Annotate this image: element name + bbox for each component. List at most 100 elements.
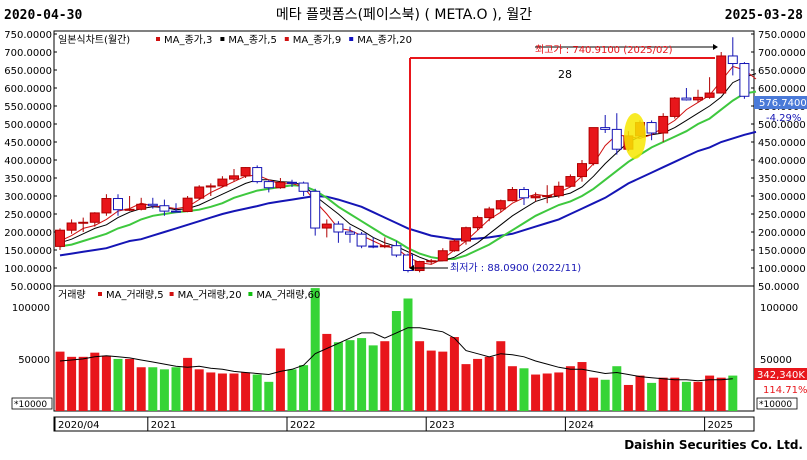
year-label: 2021 xyxy=(151,420,176,431)
candle-body xyxy=(739,63,750,97)
volume-bar xyxy=(415,341,425,411)
year-label: 2024 xyxy=(568,420,593,431)
volume-bar xyxy=(438,351,448,411)
volume-bar xyxy=(148,367,158,411)
volume-bar xyxy=(519,368,529,411)
volume-legend-label: 거래량 xyxy=(58,289,86,301)
last-volume: 342,340K xyxy=(757,370,805,381)
volume-bar xyxy=(693,381,703,411)
candle-body xyxy=(124,208,135,211)
chart-window: 2020-04-30 메타 플랫폼스(페이스북) ( META.O ), 월간 … xyxy=(0,0,807,456)
candle-body xyxy=(182,197,193,212)
price-tick-label-right: 750.0000 xyxy=(758,30,806,41)
volume-tick-label-right: 50000 xyxy=(760,355,792,366)
volume-bar xyxy=(299,365,309,411)
candle-body xyxy=(472,217,483,229)
volume-bar xyxy=(159,369,169,411)
candle-body xyxy=(716,55,727,94)
legend-item-label: MA_거래량,60 xyxy=(256,289,320,301)
volume-bar xyxy=(241,372,251,411)
volume-bar xyxy=(322,333,332,411)
legend-swatch xyxy=(98,292,102,296)
candle-body xyxy=(461,227,471,242)
volume-bar xyxy=(90,352,100,411)
volume-bar xyxy=(716,377,726,411)
low-label: 최저가 : 88.0900 (2022/11) xyxy=(450,262,581,274)
legend-swatch xyxy=(169,292,174,296)
candle-body xyxy=(565,176,576,187)
price-tick-label-left: 650.0000 xyxy=(4,66,52,77)
price-tick-label-right: 350.0000 xyxy=(758,174,806,185)
volume-bar xyxy=(600,379,610,411)
price-tick-label-left: 450.0000 xyxy=(4,138,52,149)
candle-body xyxy=(159,205,170,212)
candle-body xyxy=(275,181,286,189)
volume-bar xyxy=(554,372,564,411)
price-tick-label-left: 500.0000 xyxy=(4,120,52,131)
candle-body xyxy=(519,189,529,199)
price-legend-label: 일본식차트(월간) xyxy=(58,34,130,46)
price-panel xyxy=(53,30,755,287)
price-tick-label-left: 600.0000 xyxy=(4,84,52,95)
candle-body xyxy=(449,240,460,252)
volume-bar xyxy=(229,373,239,411)
volume-bar xyxy=(357,338,367,411)
candle-body xyxy=(333,223,344,233)
volume-ratio: 114.71% xyxy=(763,385,807,396)
price-tick-label-right: 250.0000 xyxy=(758,210,806,221)
volume-bar xyxy=(310,288,320,411)
count-label: 28 xyxy=(558,68,572,81)
volume-bar xyxy=(171,367,181,411)
legend-item-label: MA_거래량,5 xyxy=(106,289,164,301)
price-tick-label-left: 700.0000 xyxy=(4,48,52,59)
volume-bar xyxy=(380,341,390,411)
legend-swatch xyxy=(284,37,289,41)
price-tick-label-left: 750.0000 xyxy=(4,30,52,41)
candle-body xyxy=(553,185,564,197)
volume-bar xyxy=(403,298,413,411)
candle-body xyxy=(101,198,112,214)
price-tick-label-right: 600.0000 xyxy=(758,84,806,95)
volume-bar xyxy=(635,375,645,411)
candle-body xyxy=(136,203,147,210)
chart-title: 메타 플랫폼스(페이스북) ( META.O ), 월간 xyxy=(276,7,532,23)
price-tick-label-left: 100.0000 xyxy=(4,264,52,275)
legend-item-label: MA_거래량,20 xyxy=(178,289,242,301)
volume-bar xyxy=(333,342,343,411)
candle-body xyxy=(66,222,77,231)
candle-body xyxy=(356,233,367,247)
volume-bar xyxy=(67,356,77,411)
candle-body xyxy=(310,190,321,229)
volume-tick-label-left: 100000 xyxy=(12,303,50,314)
candle-body xyxy=(345,231,355,235)
change-pct: -4.29% xyxy=(766,113,801,124)
candle-body xyxy=(704,92,715,98)
candle-body xyxy=(391,245,402,256)
price-tick-label-left: 350.0000 xyxy=(4,174,52,185)
candle-body xyxy=(321,223,332,229)
price-tick-label-left: 300.0000 xyxy=(4,192,52,203)
volume-bar xyxy=(728,375,738,411)
end-date: 2025-03-28 xyxy=(725,8,803,23)
volume-bar xyxy=(391,311,401,411)
candle-body xyxy=(217,178,228,187)
candle-body xyxy=(194,186,205,199)
price-tick-label-left: 150.0000 xyxy=(4,246,52,257)
candle-body xyxy=(542,195,553,198)
start-date: 2020-04-30 xyxy=(4,8,82,23)
candle-body xyxy=(495,200,506,210)
candle-body xyxy=(600,127,611,130)
legend-swatch xyxy=(156,37,160,41)
legend-item-label: MA_종가,20 xyxy=(357,34,412,46)
volume-bar xyxy=(542,373,552,411)
candle-body xyxy=(437,250,448,262)
legend-item-label: MA_종가,3 xyxy=(164,34,212,46)
year-label: 2022 xyxy=(290,420,315,431)
highlight-marker xyxy=(624,113,646,159)
price-tick-label-right: 450.0000 xyxy=(758,138,806,149)
price-tick-label-right: 400.0000 xyxy=(758,156,806,167)
volume-bar xyxy=(565,366,575,411)
volume-bar xyxy=(647,382,657,411)
volume-bar xyxy=(183,357,193,411)
price-tick-label-left: 200.0000 xyxy=(4,228,52,239)
